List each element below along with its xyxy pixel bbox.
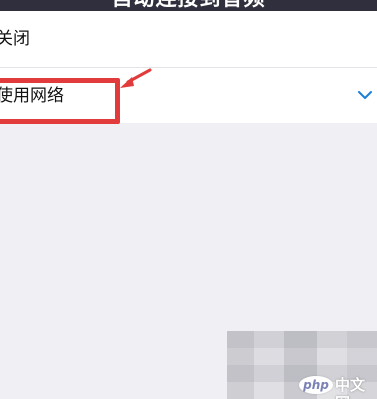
watermark-logo-text: php [303,378,329,392]
watermark-logo: php [299,376,333,394]
arrow-icon [120,68,152,88]
screen: 自动连接到音频 关闭 使用网络 php 中文网 [0,0,377,399]
checkmark-icon [358,91,372,99]
page-title: 自动连接到音频 [0,0,377,10]
option-label-off: 关闭 [0,29,30,49]
title-bar: 自动连接到音频 [0,0,377,11]
annotation-highlight-box [0,78,120,124]
watermark-site-text: 中文网 [335,376,366,399]
option-row-off[interactable]: 关闭 [0,11,377,67]
watermark: php 中文网 [227,331,377,399]
